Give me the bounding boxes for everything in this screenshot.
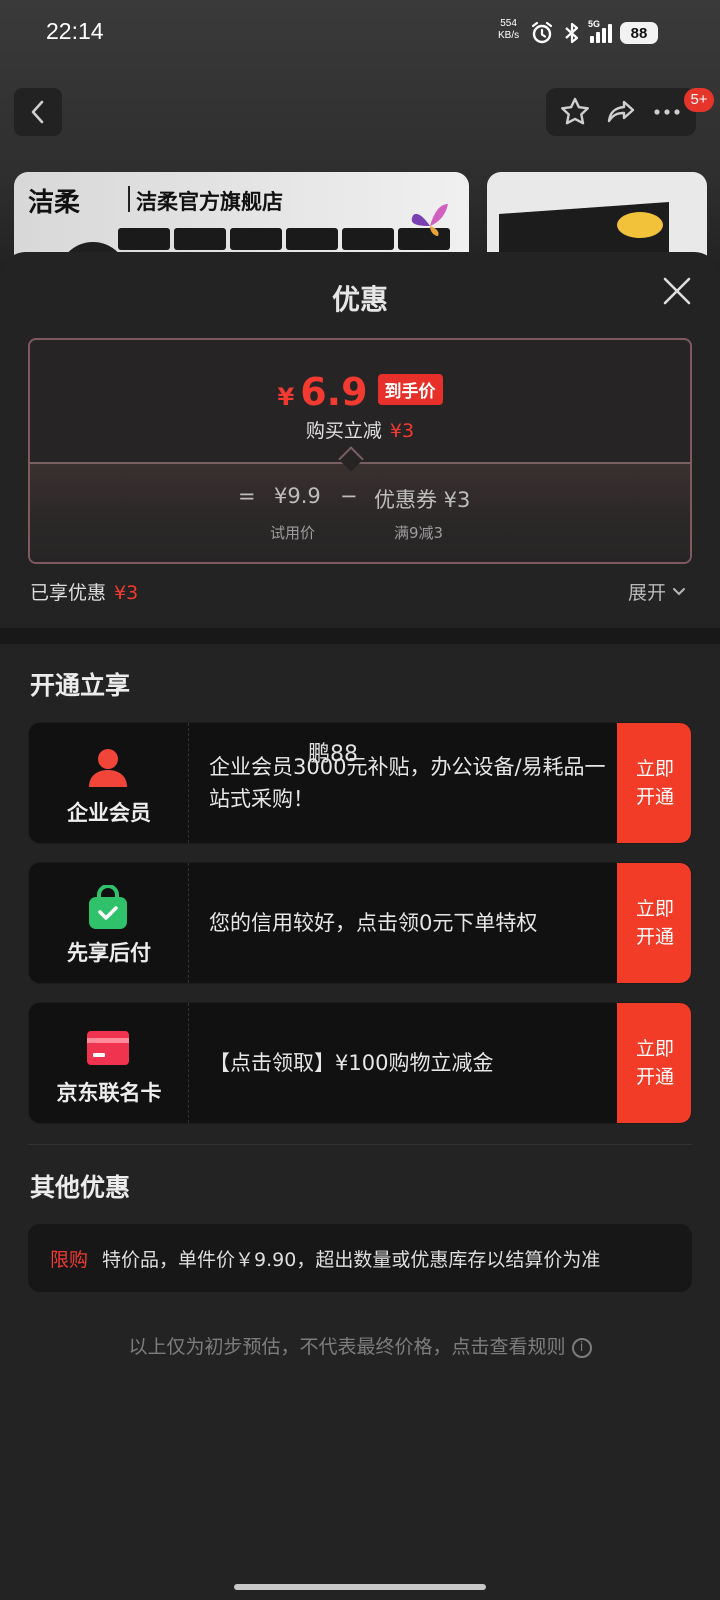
sheet-title: 优惠 (331, 283, 388, 316)
formula-coupon: 优惠券 ¥3 (374, 488, 471, 512)
enjoyed-discount: 已享优惠 ¥3 (30, 582, 139, 604)
discount-sheet: 优惠 ¥ 6.9 到手价 购买立减 ¥3 = ¥9.9 − 优惠券 ¥3 试用价 … (0, 252, 720, 1600)
chevron-down-icon (673, 587, 686, 595)
price-breakdown-card: ¥ 6.9 到手价 购买立减 ¥3 = ¥9.9 − 优惠券 ¥3 试用价 满9减… (28, 338, 692, 564)
store-logo: 洁柔 (28, 188, 81, 218)
home-indicator[interactable] (234, 1584, 486, 1590)
price-value: 6.9 (300, 370, 368, 414)
share-icon[interactable] (605, 96, 637, 128)
status-time: 22:14 (46, 18, 104, 44)
alarm-icon (531, 21, 553, 44)
more-icon[interactable] (651, 96, 683, 128)
benefit-desc: 您的信用较好，点击领0元下单特权 (209, 911, 538, 935)
final-price-tag: 到手价 (377, 374, 443, 405)
open-now-button[interactable]: 立即开通 (617, 1003, 691, 1123)
net-speed: 554 KB/s (498, 18, 520, 41)
divider (28, 1144, 692, 1145)
formula-equals: = (238, 484, 256, 508)
section-divider (0, 628, 720, 644)
benefit-desc: 企业会员3000元补贴，办公设备/易耗品一站式采购！ (209, 755, 606, 811)
benefit-desc: 【点击领取】¥100购物立减金 (209, 1051, 494, 1075)
butterfly-icon (411, 204, 448, 236)
price-formula: = ¥9.9 − 优惠券 ¥3 试用价 满9减3 (30, 462, 690, 562)
back-button[interactable] (14, 88, 62, 136)
open-section-title: 开通立享 (30, 671, 131, 700)
expand-button[interactable]: 展开 (628, 578, 686, 605)
watermark-text: 鹏88 (308, 742, 358, 767)
other-discount-item: 限购 特价品，单件价￥9.90，超出数量或优惠库存以结算价为准 (28, 1224, 692, 1292)
formula-minus: − (340, 484, 358, 508)
top-actions-bar (546, 88, 696, 136)
benefit-name: 先享后付 (67, 941, 151, 965)
person-icon (89, 749, 127, 787)
shopping-bag-icon (89, 885, 127, 929)
formula-coupon-label: 满9减3 (394, 524, 444, 542)
message-badge: 5+ (684, 88, 714, 112)
rules-note[interactable]: 以上仅为初步预估，不代表最终价格，点击查看规则 i (0, 1332, 720, 1359)
tissue-product-strip (118, 228, 450, 250)
benefit-name: 企业会员 (67, 801, 151, 825)
limit-tag: 限购 (50, 1248, 89, 1271)
other-discount-text: 特价品，单件价￥9.90，超出数量或优惠库存以结算价为准 (102, 1248, 601, 1271)
battery-indicator: 88 (620, 22, 658, 44)
store-separator (128, 186, 130, 212)
bluetooth-icon (565, 22, 579, 44)
close-icon[interactable] (660, 274, 694, 308)
price-currency: ¥ (277, 383, 295, 411)
status-bar: 22:14 554 KB/s 5G 88 (0, 0, 720, 66)
signal-icon: 5G (588, 19, 612, 43)
favorite-star-icon[interactable] (559, 96, 591, 128)
final-price: ¥ 6.9 到手价 (30, 370, 690, 414)
info-icon: i (571, 1337, 592, 1358)
store-name: 洁柔官方旗舰店 (136, 190, 283, 214)
status-icons: 5G 88 (530, 19, 658, 46)
benefit-jd-cobrand-card[interactable]: 京东联名卡 【点击领取】¥100购物立减金 立即开通 (28, 1002, 692, 1124)
open-now-button[interactable]: 立即开通 (617, 863, 691, 983)
benefit-pay-later[interactable]: 先享后付 您的信用较好，点击领0元下单特权 立即开通 (28, 862, 692, 984)
benefit-name: 京东联名卡 (56, 1081, 162, 1105)
formula-original-label: 试用价 (270, 524, 316, 542)
open-now-button[interactable]: 立即开通 (617, 723, 691, 843)
chevron-left-icon (31, 100, 44, 124)
other-section-title: 其他优惠 (30, 1173, 131, 1202)
discount-summary: 购买立减 ¥3 (305, 420, 415, 442)
credit-card-icon (87, 1031, 129, 1065)
formula-original-price: ¥9.9 (274, 484, 321, 508)
benefit-enterprise-member[interactable]: 企业会员 企业会员3000元补贴，办公设备/易耗品一站式采购！ 立即开通 (28, 722, 692, 844)
